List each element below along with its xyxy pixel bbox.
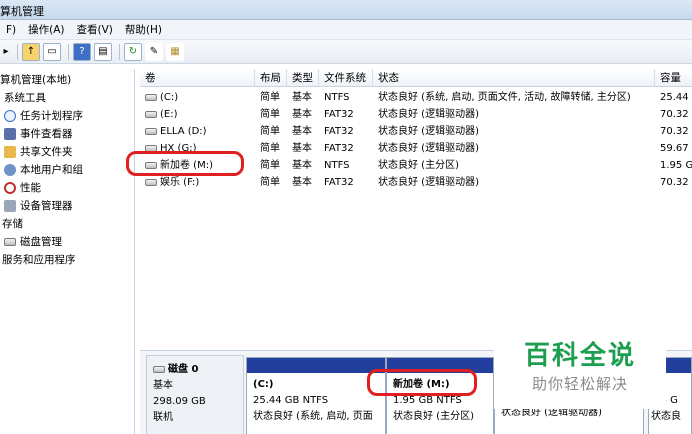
watermark: 百科全说 助你轻松解决 <box>494 339 666 409</box>
tree-item-event-viewer[interactable]: 事件查看器 <box>4 125 73 142</box>
properties-icon[interactable]: ▤ <box>94 42 112 61</box>
table-row[interactable]: ELLA (D:) 简单 基本 FAT32 状态良好 (逻辑驱动器) 70.32 <box>140 123 692 140</box>
volume-icon <box>145 110 157 118</box>
menu-bar: F) 操作(A) 查看(V) 帮助(H) <box>0 20 692 40</box>
users-icon <box>4 163 16 176</box>
tree-item-disk-management[interactable]: 磁盘管理 <box>4 233 62 250</box>
device-icon <box>4 199 16 212</box>
window-title: 算机管理 <box>0 5 44 18</box>
tree-item-task-scheduler[interactable]: 任务计划程序 <box>4 107 83 124</box>
table-row[interactable]: 娱乐 (F:) 简单 基本 FAT32 状态良好 (逻辑驱动器) 70.32 <box>140 174 692 191</box>
tree-item-device-manager[interactable]: 设备管理器 <box>4 197 73 214</box>
up-folder-icon[interactable]: ↑ <box>22 42 40 61</box>
column-header-capacity[interactable]: 容量 <box>655 69 692 87</box>
disk-status: 联机 <box>153 412 173 423</box>
disk-icon <box>4 237 16 246</box>
toolbar-separator <box>68 43 69 60</box>
toolbar: ▸ ↑ ▭ ? ▤ ↻ ✎ ▦ <box>0 40 692 64</box>
watermark-subtitle: 助你轻松解决 <box>531 375 628 393</box>
wizard-icon[interactable]: ▦ <box>166 42 184 61</box>
column-header-volume[interactable]: 卷 <box>140 69 255 87</box>
tree-item-shared-folders[interactable]: 共享文件夹 <box>4 143 73 160</box>
volume-list-header: 卷 布局 类型 文件系统 状态 容量 <box>140 69 692 87</box>
volume-icon <box>145 93 157 101</box>
column-header-status[interactable]: 状态 <box>373 69 655 87</box>
disk-type: 基本 <box>153 380 173 391</box>
disk-name: 磁盘 0 <box>168 364 199 375</box>
tree-item-performance[interactable]: 性能 <box>4 179 41 196</box>
menu-view[interactable]: 查看(V) <box>71 22 119 37</box>
menu-help[interactable]: 帮助(H) <box>119 22 168 37</box>
navigation-tree: 算机管理(本地) 系统工具 任务计划程序 事件查看器 共享文件夹 本地用户和组 … <box>0 69 135 434</box>
title-bar: 算机管理 <box>0 0 692 20</box>
folder-icon <box>4 145 16 158</box>
tree-item-computer-management[interactable]: 算机管理(本地) <box>0 71 71 88</box>
highlight-oval <box>126 151 244 176</box>
console-icon[interactable]: ▭ <box>43 42 61 61</box>
column-header-type[interactable]: 类型 <box>287 69 319 87</box>
menu-action[interactable]: 操作(A) <box>22 22 70 37</box>
highlight-oval <box>367 369 477 396</box>
event-icon <box>4 127 16 140</box>
tree-item-system-tools[interactable]: 系统工具 <box>4 89 46 106</box>
performance-icon <box>4 181 16 194</box>
disk-icon <box>153 365 165 373</box>
toolbar-separator <box>119 43 120 60</box>
partition-c[interactable]: (C:) 25.44 GB NTFS 状态良好 (系统, 启动, 页面 <box>246 357 386 434</box>
help-icon[interactable]: ? <box>73 42 91 61</box>
volume-icon <box>145 178 157 186</box>
forward-icon[interactable]: ▸ <box>2 43 10 61</box>
export-icon[interactable]: ✎ <box>145 42 163 61</box>
partition-bar <box>247 358 385 373</box>
tree-item-storage[interactable]: 存储 <box>2 215 23 232</box>
tree-item-local-users[interactable]: 本地用户和组 <box>4 161 83 178</box>
table-row[interactable]: (C:) 简单 基本 NTFS 状态良好 (系统, 启动, 页面文件, 活动, … <box>140 89 692 106</box>
watermark-title: 百科全说 <box>523 341 636 371</box>
clock-icon <box>4 109 16 122</box>
volume-icon <box>145 127 157 135</box>
toolbar-separator <box>17 43 18 60</box>
column-header-layout[interactable]: 布局 <box>255 69 287 87</box>
refresh-icon[interactable]: ↻ <box>124 42 142 61</box>
tree-item-services-apps[interactable]: 服务和应用程序 <box>2 251 76 268</box>
volume-list: 卷 布局 类型 文件系统 状态 容量 (C:) 简单 基本 NTFS 状态良好 … <box>140 69 692 349</box>
disk-size: 298.09 GB <box>153 396 206 407</box>
menu-file[interactable]: F) <box>0 24 22 36</box>
disk-info-panel[interactable]: 磁盘 0 基本 298.09 GB 联机 <box>146 355 244 434</box>
table-row[interactable]: (E:) 简单 基本 FAT32 状态良好 (逻辑驱动器) 70.32 <box>140 106 692 123</box>
column-header-filesystem[interactable]: 文件系统 <box>319 69 373 87</box>
